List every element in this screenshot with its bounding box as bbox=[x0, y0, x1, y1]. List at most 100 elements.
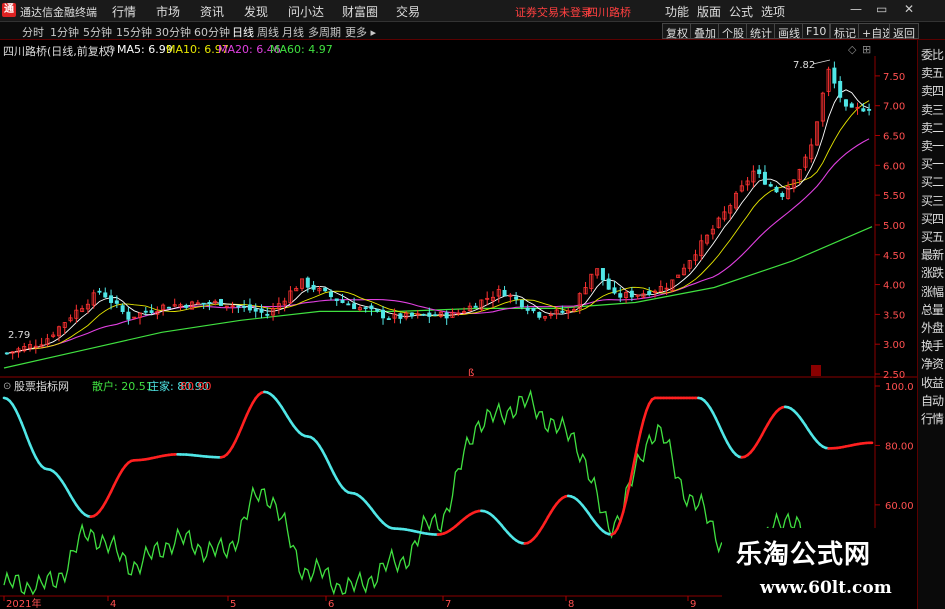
candle-down bbox=[4, 352, 9, 355]
price-axis-label: 4.50 bbox=[883, 251, 905, 262]
side-item-5[interactable]: 卖一 bbox=[919, 139, 945, 153]
overlay-button[interactable]: 叠加 bbox=[690, 23, 720, 40]
candle-down bbox=[843, 99, 848, 107]
menu-function[interactable]: 功能 bbox=[665, 3, 689, 20]
login-notice[interactable]: 证券交易未登录 bbox=[515, 4, 592, 20]
candle-down bbox=[109, 295, 114, 303]
diamond-icon[interactable]: ◇ bbox=[848, 43, 856, 56]
f10-button[interactable]: F10 bbox=[802, 23, 831, 39]
price-axis-label: 5.50 bbox=[883, 191, 905, 202]
candle-down bbox=[832, 67, 837, 84]
zoom-icon[interactable]: ⊞ bbox=[862, 43, 871, 56]
indicator-value: 80.90 bbox=[180, 380, 212, 393]
candle-down bbox=[184, 304, 189, 308]
menu-news[interactable]: 资讯 bbox=[200, 3, 224, 20]
side-item-12[interactable]: 涨跌 bbox=[919, 266, 945, 280]
candle-down bbox=[346, 303, 351, 306]
watermark: 乐淘公式网 www.60lt.com bbox=[722, 528, 917, 609]
side-item-11[interactable]: 最新 bbox=[919, 248, 945, 262]
candle-down bbox=[352, 303, 357, 310]
stats-button[interactable]: 统计 bbox=[746, 23, 776, 40]
tab-60min[interactable]: 60分钟 bbox=[194, 24, 230, 40]
tab-weekly[interactable]: 周线 bbox=[257, 24, 279, 40]
tab-5min[interactable]: 5分钟 bbox=[83, 24, 112, 40]
tab-monthly[interactable]: 月线 bbox=[282, 24, 304, 40]
side-item-7[interactable]: 买二 bbox=[919, 175, 945, 189]
side-item-10[interactable]: 买五 bbox=[919, 230, 945, 244]
kline-chart[interactable]: 7.50 7.00 6.50 6.00 5.50 5.00 4.50 4.00 3.50 3.00… bbox=[0, 56, 917, 609]
low-marker: 2.79 bbox=[8, 330, 30, 341]
side-item-18[interactable]: 收益 bbox=[919, 376, 945, 390]
candle-down bbox=[560, 310, 565, 313]
side-item-1[interactable]: 卖五 bbox=[919, 66, 945, 80]
tab-daily[interactable]: 日线 bbox=[232, 24, 254, 40]
side-item-8[interactable]: 买三 bbox=[919, 194, 945, 208]
menu-layout[interactable]: 版面 bbox=[697, 3, 721, 20]
date-axis: 2021年 4 5 6 7 8 9 bbox=[3, 596, 696, 609]
tab-1min[interactable]: 1分钟 bbox=[50, 24, 79, 40]
side-item-2[interactable]: 卖四 bbox=[919, 84, 945, 98]
menu-ask[interactable]: 问小达 bbox=[288, 3, 324, 20]
dealer-segment bbox=[642, 409, 648, 422]
mark-button[interactable]: 标记 bbox=[830, 23, 860, 40]
side-item-17[interactable]: 净资 bbox=[919, 357, 945, 371]
price-axis-label: 7.50 bbox=[883, 72, 905, 83]
candle-down bbox=[253, 308, 258, 312]
side-panel: 委比卖五卖四卖三卖二卖一买一买二买三买四买五最新涨跌涨幅总量外盘换手净资收益自动… bbox=[917, 40, 945, 609]
close-icon[interactable]: ✕ bbox=[904, 2, 914, 16]
back-button[interactable]: 返回 bbox=[889, 23, 919, 40]
side-item-9[interactable]: 买四 bbox=[919, 212, 945, 226]
tab-multi-period[interactable]: 多周期 bbox=[308, 24, 341, 40]
candle-down bbox=[600, 268, 605, 281]
side-item-4[interactable]: 卖二 bbox=[919, 121, 945, 135]
menu-quotes[interactable]: 行情 bbox=[112, 3, 136, 20]
watermark-url: www.60lt.com bbox=[760, 578, 892, 598]
side-item-16[interactable]: 换手 bbox=[919, 339, 945, 353]
candle-down bbox=[838, 80, 843, 98]
candle-down bbox=[757, 169, 762, 175]
tab-15min[interactable]: 15分钟 bbox=[116, 24, 152, 40]
app-logo-icon: 通 bbox=[2, 3, 16, 17]
dealer-segment bbox=[618, 510, 625, 523]
date-axis-label: 8 bbox=[568, 599, 574, 609]
candle-down bbox=[114, 300, 119, 304]
menu-discover[interactable]: 发现 bbox=[244, 3, 268, 20]
period-toolbar: 分时 1分钟 5分钟 15分钟 30分钟 60分钟 日线 周线 月线 多周期 更… bbox=[0, 22, 945, 40]
menu-options[interactable]: 选项 bbox=[761, 3, 785, 20]
menu-market[interactable]: 市场 bbox=[156, 3, 180, 20]
price-axis-label: 3.50 bbox=[883, 310, 905, 321]
tab-more[interactable]: 更多 ▸ bbox=[345, 24, 376, 40]
stock-button[interactable]: 个股 bbox=[718, 23, 748, 40]
candle-down bbox=[774, 186, 779, 193]
ma60-label: MA60: 4.97 bbox=[270, 43, 333, 56]
side-item-19[interactable]: 自动 bbox=[919, 394, 945, 408]
side-item-3[interactable]: 卖三 bbox=[919, 103, 945, 117]
menu-wealth[interactable]: 财富圈 bbox=[342, 3, 378, 20]
minimize-icon[interactable]: — bbox=[850, 2, 862, 16]
settings-icon[interactable]: ⚙ bbox=[106, 43, 116, 56]
candle-down bbox=[647, 291, 652, 296]
watermark-title: 乐淘公式网 bbox=[736, 540, 872, 570]
candle-down bbox=[409, 312, 414, 317]
side-item-6[interactable]: 买一 bbox=[919, 157, 945, 171]
candle-down bbox=[305, 277, 310, 288]
tab-intraday[interactable]: 分时 bbox=[22, 24, 44, 40]
price-grid: 7.50 7.00 6.50 6.00 5.50 5.00 4.50 4.00 3.50 3.00… bbox=[875, 72, 905, 381]
menu-bar: 通 通达信金融终端 行情 市场 资讯 发现 问小达 财富圈 交易 证券交易未登录… bbox=[0, 0, 945, 22]
adjust-button[interactable]: 复权 bbox=[662, 23, 692, 40]
menu-trade[interactable]: 交易 bbox=[396, 3, 420, 20]
side-item-15[interactable]: 外盘 bbox=[919, 321, 945, 335]
ma5-line bbox=[6, 89, 870, 354]
menu-formula[interactable]: 公式 bbox=[729, 3, 753, 20]
side-item-13[interactable]: 涨幅 bbox=[919, 285, 945, 299]
side-item-20[interactable]: 行情 bbox=[919, 412, 945, 426]
tab-30min[interactable]: 30分钟 bbox=[155, 24, 191, 40]
candle-down bbox=[618, 293, 623, 298]
date-axis-label: 2021年 bbox=[6, 597, 41, 609]
draw-button[interactable]: 画线 bbox=[774, 23, 804, 40]
maximize-icon[interactable]: ▭ bbox=[876, 2, 887, 16]
price-axis-label: 3.00 bbox=[883, 340, 905, 351]
side-item-0[interactable]: 委比 bbox=[919, 48, 945, 62]
candle-down bbox=[311, 284, 316, 290]
side-item-14[interactable]: 总量 bbox=[919, 303, 945, 317]
